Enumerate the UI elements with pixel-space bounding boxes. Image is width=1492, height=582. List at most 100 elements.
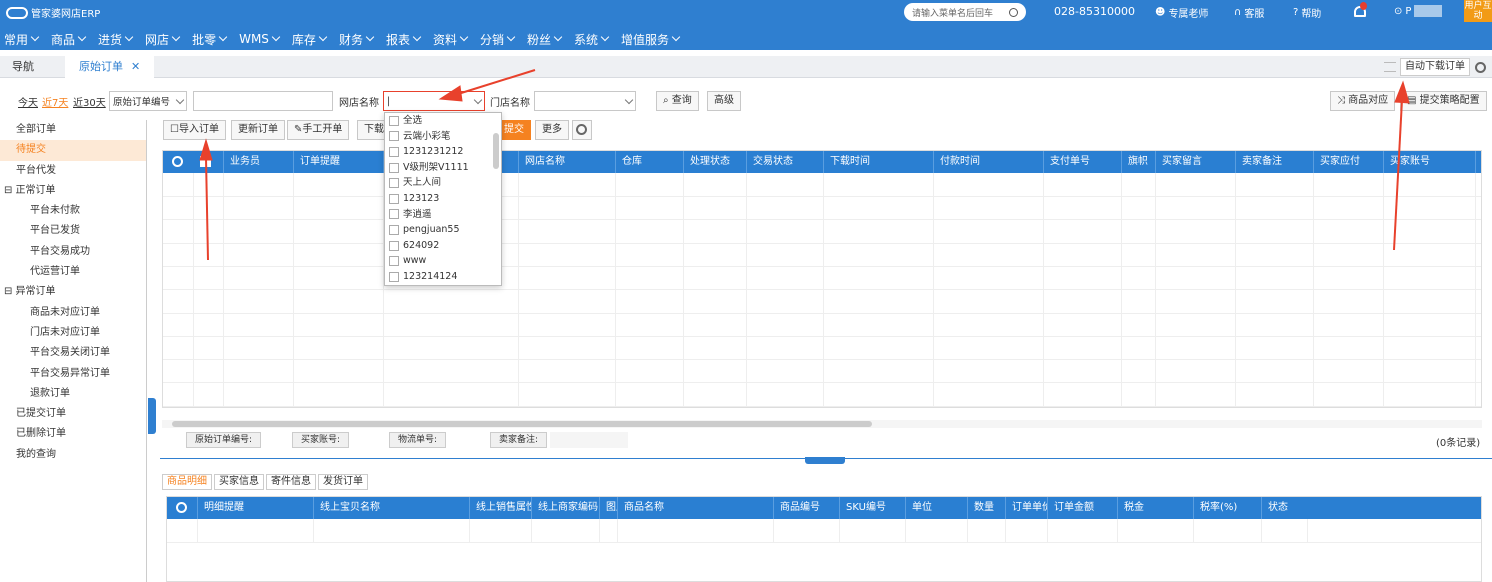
filter-today[interactable]: 今天 xyxy=(18,94,38,109)
shop-option[interactable]: 云端小彩笔 xyxy=(385,129,501,145)
detail-col-header[interactable]: 订单金额 xyxy=(1047,497,1117,519)
sidebar-item-8[interactable]: ⊟ 异常订单 xyxy=(0,282,146,302)
detail-col-header[interactable]: 税率(%) xyxy=(1193,497,1261,519)
nav-item-2[interactable]: 进货 xyxy=(98,31,134,48)
detail-col-header[interactable]: SKU编号 xyxy=(839,497,905,519)
option-checkbox[interactable] xyxy=(389,146,399,157)
sidebar-item-4[interactable]: 平台未付款 xyxy=(0,201,146,221)
shop-option[interactable]: 李逍遥 xyxy=(385,207,501,223)
sidebar-item-7[interactable]: 代运营订单 xyxy=(0,262,146,282)
update-order-button[interactable]: 更新订单 xyxy=(231,120,285,140)
shop-option[interactable]: V级刑架V1111 xyxy=(385,160,501,176)
import-order-button[interactable]: ☐导入订单 xyxy=(163,120,226,140)
nav-item-13[interactable]: 增值服务 xyxy=(621,31,681,48)
advanced-button[interactable]: 高级 xyxy=(707,91,741,111)
product-match-button[interactable]: ⤨ 商品对应 xyxy=(1330,91,1396,111)
detail-col-header[interactable]: 图片 xyxy=(599,497,617,519)
nav-item-11[interactable]: 粉丝 xyxy=(527,31,563,48)
grid-col-header[interactable]: 买家留言 xyxy=(1155,151,1235,173)
teacher-link[interactable]: ☻ 专属老师 xyxy=(1155,5,1208,20)
toolbar-settings-button[interactable] xyxy=(572,120,592,140)
column-settings-icon[interactable] xyxy=(172,156,183,167)
search-icon[interactable] xyxy=(1009,7,1018,17)
user-interaction-button[interactable]: 用户互动 xyxy=(1464,0,1492,22)
option-checkbox[interactable] xyxy=(389,115,399,126)
menu-search-input[interactable]: 请输入菜单名后回车 xyxy=(904,3,1026,21)
nav-item-0[interactable]: 常用 xyxy=(4,31,40,48)
submit-button[interactable]: 提交 xyxy=(497,120,531,140)
panel-resize-handle[interactable] xyxy=(805,457,845,464)
detail-col-header[interactable]: 线上商家编码 xyxy=(531,497,599,519)
service-link[interactable]: ∩ 客服 xyxy=(1234,5,1264,20)
search-field-select[interactable]: 原始订单编号 xyxy=(109,91,187,111)
detail-tab-2[interactable]: 寄件信息 xyxy=(266,474,316,490)
scroll-thumb[interactable] xyxy=(172,421,872,427)
nav-item-10[interactable]: 分销 xyxy=(480,31,516,48)
sidebar-item-9[interactable]: 商品未对应订单 xyxy=(0,303,146,323)
option-checkbox[interactable] xyxy=(389,162,399,173)
grid-col-header[interactable]: 买家账号 xyxy=(1383,151,1475,173)
detail-col-header[interactable]: 商品编号 xyxy=(773,497,839,519)
shop-option[interactable]: 1231231212 xyxy=(385,144,501,160)
option-checkbox[interactable] xyxy=(389,209,399,220)
more-button[interactable]: 更多 xyxy=(535,120,569,140)
grid-col-header[interactable]: 交易状态 xyxy=(746,151,823,173)
shop-option[interactable]: pengjuan55 xyxy=(385,222,501,238)
filter-last7[interactable]: 近7天 xyxy=(42,94,68,109)
sidebar-item-0[interactable]: 全部订单 xyxy=(0,120,146,140)
detail-col-header[interactable]: 订单单价 xyxy=(1005,497,1047,519)
shop-option[interactable]: 全选 xyxy=(385,113,501,129)
grid-col-header[interactable]: 旗帜 xyxy=(1121,151,1155,173)
option-checkbox[interactable] xyxy=(389,131,399,142)
option-checkbox[interactable] xyxy=(389,240,399,251)
filter-last30[interactable]: 近30天 xyxy=(73,94,106,109)
sidebar-item-2[interactable]: 平台代发 xyxy=(0,161,146,181)
grid-col-header[interactable]: 卖家备注 xyxy=(1235,151,1313,173)
nav-item-6[interactable]: 库存 xyxy=(292,31,328,48)
close-icon[interactable]: ✕ xyxy=(131,60,140,73)
nav-item-8[interactable]: 报表 xyxy=(386,31,422,48)
shop-option[interactable]: 123214124 xyxy=(385,269,501,285)
order-number-input[interactable] xyxy=(193,91,333,111)
horizontal-scrollbar[interactable] xyxy=(162,420,1482,428)
grid-col-header[interactable]: 买 xyxy=(1475,151,1482,173)
detail-tab-3[interactable]: 发货订单 xyxy=(318,474,368,490)
detail-col-header[interactable]: 线上销售属性 xyxy=(469,497,531,519)
user-menu[interactable]: ⊙ P xyxy=(1394,5,1443,17)
submit-config-button[interactable]: ▤ 提交策略配置 xyxy=(1400,91,1487,111)
tab-navigation[interactable]: 导航 xyxy=(12,56,34,78)
detail-col-header[interactable]: 线上宝贝名称 xyxy=(313,497,469,519)
sidebar-item-12[interactable]: 平台交易异常订单 xyxy=(0,364,146,384)
sidebar-collapse-handle[interactable] xyxy=(148,398,156,434)
nav-item-12[interactable]: 系统 xyxy=(574,31,610,48)
grid-col-header[interactable]: 下载时间 xyxy=(823,151,933,173)
detail-col-header[interactable]: 数量 xyxy=(967,497,1005,519)
shop-option[interactable]: 624092 xyxy=(385,238,501,254)
sidebar-item-14[interactable]: 已提交订单 xyxy=(0,404,146,424)
grid-col-header[interactable]: 买家应付 xyxy=(1313,151,1383,173)
sidebar-item-1[interactable]: 待提交 xyxy=(0,140,146,161)
grid-col-header[interactable]: 付款时间 xyxy=(933,151,1043,173)
list-icon[interactable] xyxy=(1384,62,1396,72)
detail-tab-0[interactable]: 商品明细 xyxy=(162,474,212,490)
nav-item-9[interactable]: 资料 xyxy=(433,31,469,48)
column-settings-icon[interactable] xyxy=(176,502,187,513)
sidebar-item-5[interactable]: 平台已发货 xyxy=(0,221,146,241)
grid-col-header[interactable]: 业务员 xyxy=(223,151,293,173)
sidebar-item-6[interactable]: 平台交易成功 xyxy=(0,242,146,262)
help-link[interactable]: ? 帮助 xyxy=(1293,5,1321,20)
detail-col-header[interactable]: 明细提醒 xyxy=(197,497,313,519)
nav-item-3[interactable]: 网店 xyxy=(145,31,181,48)
option-checkbox[interactable] xyxy=(389,224,399,235)
shop-option[interactable]: www xyxy=(385,253,501,269)
detail-col-header[interactable]: 税金 xyxy=(1117,497,1193,519)
nav-item-5[interactable]: WMS xyxy=(239,32,281,46)
manual-order-button[interactable]: ✎手工开单 xyxy=(287,120,350,140)
sidebar-item-15[interactable]: 已删除订单 xyxy=(0,424,146,444)
grid-col-header[interactable]: 网店名称 xyxy=(518,151,615,173)
detail-tab-1[interactable]: 买家信息 xyxy=(214,474,264,490)
select-all-checkbox[interactable] xyxy=(200,156,211,167)
grid-col-header[interactable]: 订单提醒 xyxy=(293,151,383,173)
shop-option[interactable]: 天上人间 xyxy=(385,175,501,191)
sidebar-item-3[interactable]: ⊟ 正常订单 xyxy=(0,181,146,201)
